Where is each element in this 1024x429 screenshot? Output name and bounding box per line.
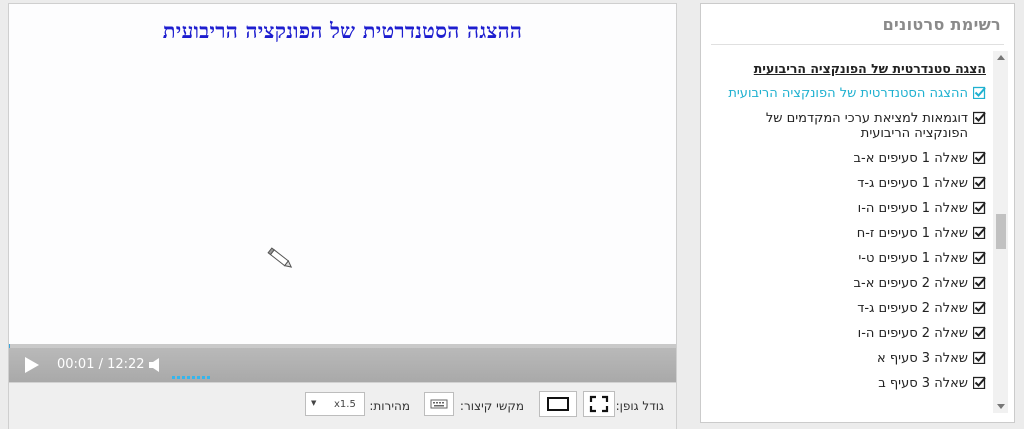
player-toolbar: גודל גופן: מקשי קיצור: מהירות: ▼ x1.5 [9, 382, 676, 429]
playlist-item[interactable]: שאלה 1 סעיפים ה-ו [724, 201, 986, 216]
time-display: 00:01 / 12:22 [57, 357, 145, 372]
checked-checkbox-icon [973, 251, 986, 264]
normal-size-icon [547, 397, 569, 411]
playlist-item[interactable]: דוגמאות למציאת ערכי המקדמים של הפונקציה … [724, 111, 986, 141]
playlist-item-label: דוגמאות למציאת ערכי המקדמים של הפונקציה … [765, 111, 968, 141]
speed-value: x1.5 [334, 399, 356, 410]
control-bar: 00:01 / 12:22 [9, 348, 676, 382]
chevron-down-icon: ▼ [311, 399, 317, 407]
checked-checkbox-icon [973, 111, 986, 124]
checked-checkbox-icon [973, 276, 986, 289]
scroll-up-icon[interactable] [997, 55, 1005, 60]
speed-label: מהירות: [369, 399, 410, 413]
playlist-item[interactable]: ההצגה הסטנדרטית של הפונקציה הריבועית [724, 86, 986, 101]
checked-checkbox-icon [973, 376, 986, 389]
speed-select[interactable]: ▼ x1.5 [305, 392, 365, 416]
divider [711, 44, 1004, 45]
checked-checkbox-icon [973, 226, 986, 239]
playlist-item[interactable]: שאלה 2 סעיפים א-ב [724, 276, 986, 291]
scroll-thumb[interactable] [996, 214, 1006, 249]
checked-checkbox-icon [973, 151, 986, 164]
playlist-item[interactable]: שאלה 1 סעיפים ג-ד [724, 176, 986, 191]
volume-slider[interactable] [172, 364, 216, 379]
speaker-icon[interactable] [148, 357, 162, 373]
pen-cursor-icon [267, 247, 293, 268]
playlist-item-label: שאלה 1 סעיפים ז-ח [856, 226, 968, 241]
playlist-item[interactable]: שאלה 1 סעיפים ז-ח [724, 226, 986, 241]
playlist-item[interactable]: שאלה 3 סעיף ב [724, 376, 986, 391]
playlist-item[interactable]: שאלה 3 סעיף א [724, 351, 986, 366]
scroll-down-icon[interactable] [997, 404, 1005, 409]
playlist-item-label: שאלה 2 סעיפים א-ב [853, 276, 969, 291]
playlist-scrollbar[interactable] [993, 51, 1008, 413]
checked-checkbox-icon [973, 301, 986, 314]
video-screen[interactable]: ההצגה הסטנדרטית של הפונקציה הריבועית [9, 4, 676, 344]
checked-checkbox-icon [973, 86, 986, 99]
playlist-item[interactable]: שאלה 2 סעיפים ג-ד [724, 301, 986, 316]
checked-checkbox-icon [973, 201, 986, 214]
playlist-list: הצגה סטנדרטית של הפונקציה הריבועית ההצגה… [724, 61, 986, 401]
playlist-item-label: שאלה 2 סעיפים ה-ו [857, 326, 968, 341]
playlist-item-label: שאלה 2 סעיפים ג-ד [857, 301, 968, 316]
fullscreen-icon [589, 395, 609, 413]
playlist-item-label: שאלה 1 סעיפים ט-י [858, 251, 968, 266]
playlist-item[interactable]: שאלה 1 סעיפים א-ב [724, 151, 986, 166]
video-title: ההצגה הסטנדרטית של הפונקציה הריבועית [162, 18, 523, 43]
video-player: ההצגה הסטנדרטית של הפונקציה הריבועית 00:… [8, 3, 677, 429]
playlist-item-label: שאלה 3 סעיף א [877, 351, 968, 366]
fullscreen-button[interactable] [583, 391, 615, 417]
playlist-item-label: ההצגה הסטנדרטית של הפונקציה הריבועית [728, 86, 968, 101]
playlist-title: רשימת סרטונים [882, 15, 1001, 34]
normal-size-button[interactable] [539, 391, 577, 417]
playlist-item[interactable]: שאלה 2 סעיפים ה-ו [724, 326, 986, 341]
playlist-item-label: שאלה 1 סעיפים ג-ד [857, 176, 968, 191]
playlist-item-label: שאלה 1 סעיפים א-ב [853, 151, 969, 166]
playlist-item-label: שאלה 1 סעיפים ה-ו [857, 201, 968, 216]
keyboard-icon [430, 399, 448, 409]
shortcuts-label: מקשי קיצור: [459, 399, 524, 413]
checked-checkbox-icon [973, 176, 986, 189]
font-size-label: גודל גופן: [615, 399, 664, 413]
playlist-panel: רשימת סרטונים הצגה סטנדרטית של הפונקציה … [700, 3, 1015, 423]
play-icon[interactable] [23, 356, 41, 374]
checked-checkbox-icon [973, 326, 986, 339]
playlist-section-heading: הצגה סטנדרטית של הפונקציה הריבועית [753, 61, 986, 76]
checked-checkbox-icon [973, 351, 986, 364]
playlist-item-label: שאלה 3 סעיף ב [878, 376, 968, 391]
playlist-item[interactable]: שאלה 1 סעיפים ט-י [724, 251, 986, 266]
shortcuts-button[interactable] [424, 392, 454, 416]
